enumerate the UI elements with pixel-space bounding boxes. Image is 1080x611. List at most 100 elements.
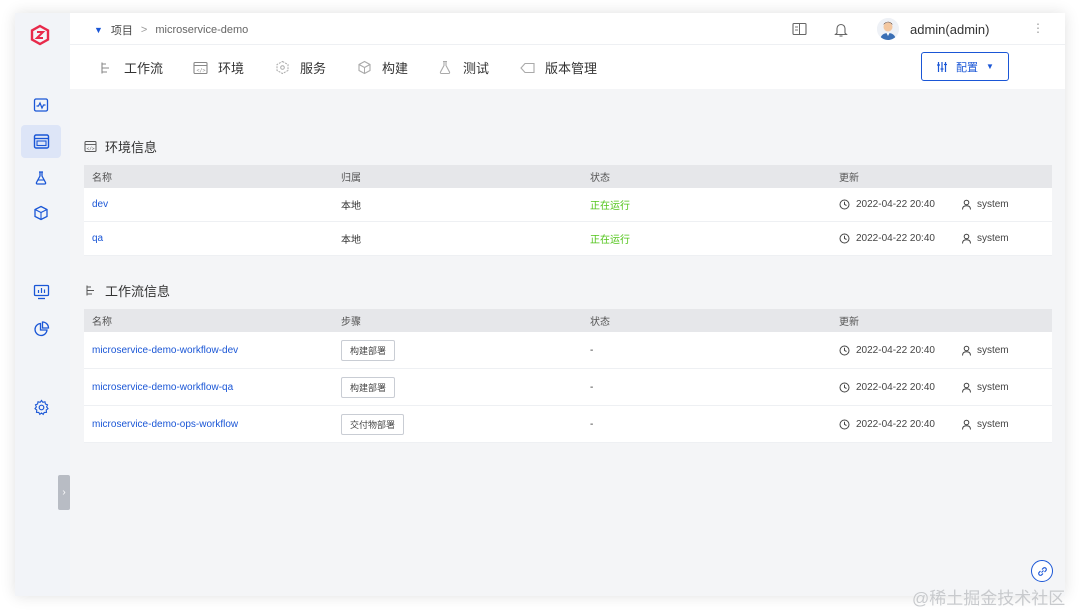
avatar[interactable]: [877, 18, 899, 40]
breadcrumb-root[interactable]: 项目: [111, 22, 133, 38]
column-header: 步骤: [341, 317, 361, 328]
workflow-icon: [98, 60, 114, 76]
sidebar-item-monitor[interactable]: [30, 281, 52, 303]
config-button[interactable]: 配置 ▼: [921, 52, 1009, 81]
table-row: microservice-demo-workflow-qa 构建部署 - 202…: [84, 369, 1052, 406]
project-icon: [33, 133, 49, 149]
sliders-icon: [937, 61, 948, 72]
section-title-text: 工作流信息: [105, 284, 171, 299]
user-icon: [961, 419, 971, 430]
column-header: 状态: [590, 173, 610, 184]
updated-by: system: [976, 381, 1009, 393]
step-tag: 构建部署: [341, 339, 396, 361]
workflow-name-link[interactable]: microservice-demo-workflow-dev: [92, 345, 238, 356]
pie-chart-icon: [33, 320, 49, 336]
sidebar-item-analytics[interactable]: [30, 318, 52, 340]
bell-icon[interactable]: [833, 21, 849, 37]
tab-environment[interactable]: </> 环境: [192, 58, 244, 77]
tab-workflow[interactable]: 工作流: [98, 58, 163, 77]
tab-label: 工作流: [124, 61, 164, 76]
env-status: 正在运行: [590, 201, 630, 212]
workflow-status: -: [590, 418, 594, 430]
breadcrumb-current: microservice-demo: [155, 24, 249, 36]
sidebar-expand-handle[interactable]: ›: [58, 475, 70, 510]
column-header: 归属: [341, 173, 361, 184]
updated-by: system: [976, 418, 1009, 430]
clock-icon: [839, 382, 850, 392]
env-owner: 本地: [341, 201, 361, 212]
breadcrumb-separator: >: [140, 24, 148, 36]
user-icon: [961, 345, 971, 356]
updated-by: system: [976, 344, 1009, 356]
sidebar-item-test[interactable]: [30, 167, 52, 189]
watermark: @稀土掘金技术社区: [912, 589, 1066, 608]
version-icon: [519, 60, 535, 76]
user-icon: [961, 382, 971, 393]
column-header: 状态: [590, 317, 610, 328]
environment-icon: </>: [84, 141, 97, 152]
sidebar-item-artifacts[interactable]: [30, 202, 52, 224]
sidebar: ›: [15, 13, 70, 596]
main-content: </> 环境信息 名称 归属 状态 更新 dev 本地 正在运行 2022-04…: [70, 89, 1065, 596]
user-icon: [961, 233, 971, 244]
workflow-name-link[interactable]: microservice-demo-workflow-qa: [92, 382, 233, 393]
clock-icon: [839, 345, 850, 355]
more-vertical-icon[interactable]: ⋮: [1032, 21, 1044, 35]
env-section-title: </> 环境信息: [84, 137, 157, 156]
logo-icon[interactable]: [29, 24, 51, 46]
step-tag: 构建部署: [341, 376, 396, 398]
user-icon: [961, 199, 971, 210]
column-header: 名称: [92, 317, 112, 328]
tab-version[interactable]: 版本管理: [519, 58, 597, 77]
sidebar-item-overview[interactable]: [30, 94, 52, 116]
docs-icon[interactable]: [791, 21, 807, 37]
environment-table: 名称 归属 状态 更新 dev 本地 正在运行 2022-04-22 20:40…: [84, 165, 1052, 256]
sidebar-item-projects[interactable]: [30, 130, 52, 152]
workflow-table: 名称 步骤 状态 更新 microservice-demo-workflow-d…: [84, 309, 1052, 443]
top-header: ▼ 项目 > microservice-demo admin(admin) ⋮: [70, 13, 1065, 45]
tab-service[interactable]: 服务: [274, 58, 326, 77]
tab-label: 服务: [300, 61, 327, 76]
step-tag: 交付物部署: [341, 413, 405, 435]
tab-label: 环境: [218, 61, 245, 76]
table-header: 名称 步骤 状态 更新: [84, 309, 1052, 332]
updated-time: 2022-04-22 20:40: [856, 199, 935, 210]
tab-label: 测试: [463, 61, 490, 76]
monitor-icon: [33, 284, 49, 300]
env-name-link[interactable]: dev: [92, 199, 108, 210]
svg-text:</>: </>: [196, 68, 205, 74]
updated-by: system: [976, 199, 1009, 210]
table-row: microservice-demo-workflow-dev 构建部署 - 20…: [84, 332, 1052, 369]
link-icon: [1037, 566, 1047, 576]
workflow-name-link[interactable]: microservice-demo-ops-workflow: [92, 419, 238, 430]
updated-time: 2022-04-22 20:40: [856, 418, 935, 430]
workflow-status: -: [590, 381, 594, 393]
env-name-link[interactable]: qa: [92, 233, 103, 244]
username[interactable]: admin(admin): [910, 22, 989, 37]
environment-icon: </>: [192, 60, 208, 76]
tab-test[interactable]: 测试: [437, 58, 489, 77]
table-header: 名称 归属 状态 更新: [84, 165, 1052, 188]
section-title-text: 环境信息: [105, 140, 158, 155]
tab-label: 版本管理: [545, 61, 598, 76]
column-header: 更新: [839, 317, 859, 328]
updated-by: system: [976, 233, 1009, 244]
updated-time: 2022-04-22 20:40: [856, 381, 935, 393]
sidebar-item-settings[interactable]: [30, 396, 52, 418]
config-label: 配置: [956, 61, 979, 74]
tab-build[interactable]: 构建: [356, 58, 408, 77]
link-button[interactable]: [1031, 560, 1053, 582]
chevron-down-icon[interactable]: ▼: [94, 25, 103, 35]
breadcrumb: ▼ 项目 > microservice-demo: [94, 22, 248, 38]
column-header: 名称: [92, 173, 112, 184]
project-nav: 工作流 </> 环境 服务 构建 测试 版本管理 配置 ▼: [70, 45, 1065, 89]
svg-text:</>: </>: [87, 146, 95, 152]
test-icon: [437, 60, 453, 76]
clock-icon: [839, 233, 850, 244]
workflow-section-title: 工作流信息: [84, 281, 170, 300]
gear-icon: [33, 399, 49, 415]
column-header: 更新: [839, 173, 859, 184]
app-window: › ▼ 项目 > microservice-demo admin(admin) …: [15, 13, 1065, 596]
workflow-icon: [86, 285, 94, 296]
clock-icon: [839, 419, 850, 429]
